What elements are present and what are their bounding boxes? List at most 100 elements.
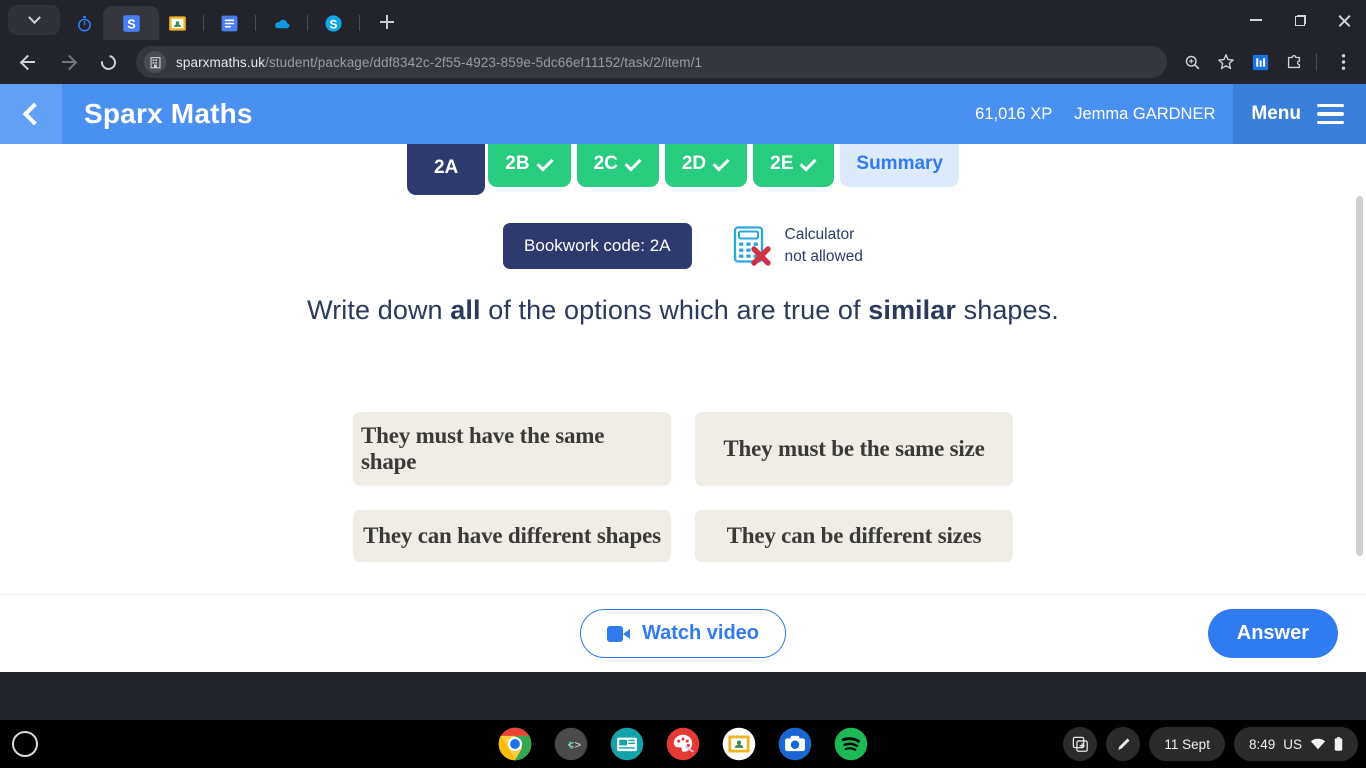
screen-capture-icon [1072, 736, 1088, 752]
app-back-button[interactable] [0, 84, 62, 144]
browser-tab-classroom[interactable] [159, 6, 196, 40]
back-arrow-icon [21, 55, 36, 70]
question-tab-2d[interactable]: 2D [664, 144, 748, 187]
browser-tab-docs[interactable] [211, 6, 248, 40]
xp-counter: 61,016 XP [975, 104, 1053, 123]
browser-tab-onedrive[interactable] [263, 6, 300, 40]
browser-tab-skype[interactable]: S [315, 6, 352, 40]
bookmark-star-icon [1218, 54, 1234, 70]
question-bold-1: all [450, 295, 481, 325]
shelf-locale: US [1283, 736, 1302, 752]
question-tab-label: 2C [593, 153, 618, 174]
answer-button[interactable]: Answer [1207, 609, 1338, 658]
option-card[interactable]: They can be different sizes [695, 510, 1013, 562]
battery-icon [1334, 736, 1343, 751]
shelf-app-chrome[interactable] [498, 727, 532, 761]
menu-label: Menu [1251, 103, 1301, 124]
chevron-down-icon [27, 10, 41, 24]
shelf-time: 8:49 [1248, 736, 1276, 752]
extensions-puzzle-icon [1287, 55, 1301, 69]
question-tab-label: 2B [505, 153, 530, 174]
option-card[interactable]: They can have different shapes [353, 510, 671, 562]
stylus-pen-icon [1118, 737, 1130, 750]
kebab-menu-icon [1341, 54, 1345, 70]
chromeos-shelf: < t > 11 Sept 8:49 US [0, 720, 1366, 768]
shelf-app-paint[interactable] [666, 727, 700, 761]
question-tab-label: 2D [681, 153, 707, 174]
browser-tab-sparx-active[interactable]: S [103, 6, 159, 40]
video-camera-icon [606, 625, 630, 642]
reload-button[interactable] [93, 47, 123, 77]
bookwork-code-badge[interactable]: Bookwork code: 2A [503, 223, 692, 269]
page-content: 2A 2B 2C 2D 2E Summary Bookwork code: 2A… [0, 144, 1366, 672]
question-tab-label: 2A [433, 157, 459, 178]
extension-blue-button[interactable] [1245, 47, 1275, 77]
header-right-group: 61,016 XP Jemma GARDNER Menu [975, 84, 1366, 144]
question-part-1: Write down [307, 295, 451, 325]
question-tab-label: 2E [770, 153, 794, 174]
date-pill[interactable]: 11 Sept [1149, 727, 1225, 761]
tab-divider [203, 15, 204, 31]
new-tab-button[interactable] [373, 8, 401, 36]
question-prompt: Write down all of the options which are … [0, 295, 1366, 326]
calculator-not-allowed-icon [733, 226, 771, 266]
question-tab-2b[interactable]: 2B [488, 144, 571, 187]
answer-options-grid: They must have the same shape They must … [353, 412, 1013, 562]
browser-window: S S sparxmaths.uk/student/package/ddf834… [0, 0, 1366, 720]
extensions-button[interactable] [1279, 47, 1309, 77]
question-tab-2c[interactable]: 2C [576, 144, 659, 187]
forward-button[interactable] [53, 47, 83, 77]
onedrive-favicon [275, 19, 290, 28]
shelf-app-news[interactable] [610, 727, 644, 761]
spotify-app-icon [834, 727, 868, 761]
question-tab-summary[interactable]: Summary [840, 144, 960, 187]
launcher-button[interactable] [12, 731, 38, 757]
page-scrollbar-thumb[interactable] [1356, 196, 1363, 556]
calculator-status: Calculator not allowed [732, 224, 863, 269]
check-icon [800, 154, 817, 172]
shelf-app-camera[interactable] [778, 727, 812, 761]
close-button[interactable] [1322, 0, 1366, 40]
site-info-icon[interactable] [144, 51, 166, 73]
paint-app-icon [666, 727, 700, 761]
menu-button[interactable]: Menu [1233, 84, 1366, 144]
bookmark-button[interactable] [1211, 47, 1241, 77]
stylus-button[interactable] [1106, 727, 1141, 761]
close-icon [1338, 14, 1351, 27]
shelf-app-spotify[interactable] [834, 727, 868, 761]
shelf-app-classroom[interactable] [722, 727, 756, 761]
back-button[interactable] [13, 47, 43, 77]
google-classroom-app-icon [722, 727, 756, 761]
check-icon [536, 154, 554, 172]
url-text: sparxmaths.uk/student/package/ddf8342c-2… [176, 55, 702, 70]
browser-tab-stopwatch[interactable] [66, 6, 103, 40]
calculator-line-1: Calculator [784, 225, 855, 243]
status-pill[interactable]: 8:49 US [1233, 727, 1358, 761]
shelf-date: 11 Sept [1164, 736, 1210, 752]
watch-video-label: Watch video [641, 622, 760, 644]
question-bold-2: similar [868, 295, 956, 325]
google-classroom-favicon [169, 15, 186, 31]
chrome-menu-button[interactable] [1328, 47, 1358, 77]
tab-divider [307, 15, 308, 31]
zoom-button[interactable] [1177, 47, 1207, 77]
question-meta-row: Bookwork code: 2A Calculator not allowed [0, 223, 1366, 269]
forward-arrow-icon [61, 55, 76, 70]
sparx-app-header: Sparx Maths 61,016 XP Jemma GARDNER Menu [0, 84, 1366, 144]
minimize-button[interactable] [1234, 0, 1278, 40]
question-tab-2e[interactable]: 2E [753, 144, 835, 187]
wifi-icon [1310, 738, 1326, 750]
option-card[interactable]: They must have the same shape [353, 412, 671, 486]
address-bar[interactable]: sparxmaths.uk/student/package/ddf8342c-2… [136, 46, 1167, 78]
question-tab-2a[interactable]: 2A [406, 144, 486, 195]
svg-text:S: S [127, 17, 135, 31]
option-card[interactable]: They must be the same size [695, 412, 1013, 486]
maximize-button[interactable] [1278, 0, 1322, 40]
back-chevron-icon [22, 102, 45, 126]
shelf-app-typing-club[interactable]: < t > [554, 727, 588, 761]
tab-search-button[interactable] [8, 5, 60, 35]
watch-video-button[interactable]: Watch video [579, 609, 787, 658]
screen-capture-button[interactable] [1063, 727, 1098, 761]
plus-icon [380, 15, 394, 29]
user-name: Jemma GARDNER [1074, 104, 1216, 123]
